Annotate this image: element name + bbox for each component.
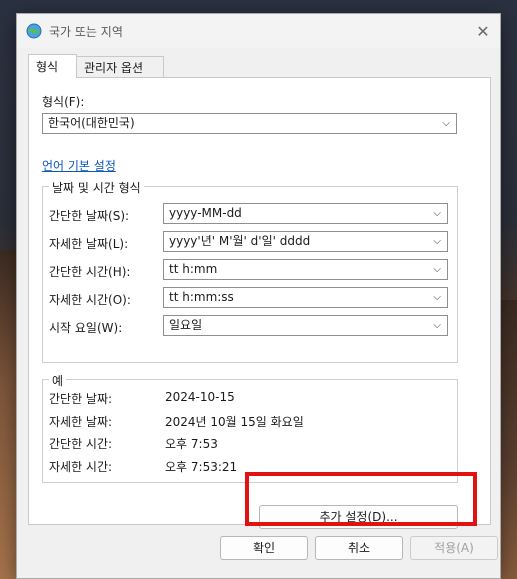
close-button[interactable]: ✕ [466, 14, 500, 48]
example-long-time-value: 오후 7:53:21 [165, 460, 238, 474]
highlight-box [245, 472, 477, 526]
first-day-select[interactable]: 일요일 ⌵ [163, 315, 448, 336]
chevron-down-icon: ⌵ [442, 118, 450, 129]
datetime-format-group: 날짜 및 시간 형식 간단한 날짜(S): yyyy-MM-dd ⌵ 자세한 날… [42, 179, 458, 363]
first-day-value: 일요일 [169, 318, 203, 332]
format-panel: 형식(F): 한국어(대한민국) ⌵ 언어 기본 설정 날짜 및 시간 형식 간… [28, 77, 491, 529]
cancel-button[interactable]: 취소 [315, 536, 403, 560]
examples-group-title: 예 [49, 372, 67, 389]
short-time-label: 간단한 시간(H): [49, 265, 131, 279]
format-select-value: 한국어(대한민국) [48, 116, 135, 130]
example-long-date-label: 자세한 날짜: [49, 415, 113, 429]
globe-icon [26, 23, 42, 39]
example-short-time-value: 오후 7:53 [165, 437, 218, 451]
chevron-down-icon: ⌵ [433, 264, 441, 275]
format-label: 형식(F): [42, 95, 85, 109]
long-time-value: tt h:mm:ss [169, 290, 234, 304]
short-date-select[interactable]: yyyy-MM-dd ⌵ [163, 203, 448, 224]
long-date-select[interactable]: yyyy'년' M'월' d'일' dddd ⌵ [163, 231, 448, 252]
long-time-label: 자세한 시간(O): [49, 293, 131, 307]
short-date-value: yyyy-MM-dd [169, 206, 242, 220]
chevron-down-icon: ⌵ [433, 236, 441, 247]
tab-format[interactable]: 형식 [28, 54, 77, 78]
language-preferences-link[interactable]: 언어 기본 설정 [42, 157, 116, 174]
chevron-down-icon: ⌵ [433, 208, 441, 219]
example-long-time-label: 자세한 시간: [49, 460, 113, 474]
example-short-date-label: 간단한 날짜: [49, 392, 113, 406]
window-title: 국가 또는 지역 [49, 25, 123, 39]
chevron-down-icon: ⌵ [433, 292, 441, 303]
format-select[interactable]: 한국어(대한민국) ⌵ [42, 113, 457, 134]
long-date-value: yyyy'년' M'월' d'일' dddd [169, 234, 311, 248]
tab-admin-options[interactable]: 관리자 옵션 [76, 56, 164, 78]
example-short-date-value: 2024-10-15 [165, 390, 235, 404]
short-date-label: 간단한 날짜(S): [49, 209, 130, 223]
first-day-label: 시작 요일(W): [49, 321, 123, 335]
example-long-date-value: 2024년 10월 15일 화요일 [165, 415, 304, 429]
chevron-down-icon: ⌵ [433, 320, 441, 331]
apply-button[interactable]: 적용(A) [410, 536, 498, 560]
example-short-time-label: 간단한 시간: [49, 437, 113, 451]
long-time-select[interactable]: tt h:mm:ss ⌵ [163, 287, 448, 308]
datetime-group-title: 날짜 및 시간 형식 [49, 179, 144, 196]
short-time-select[interactable]: tt h:mm ⌵ [163, 259, 448, 280]
short-time-value: tt h:mm [169, 262, 218, 276]
ok-button[interactable]: 확인 [220, 536, 308, 560]
close-icon: ✕ [476, 21, 490, 41]
long-date-label: 자세한 날짜(L): [49, 237, 129, 251]
title-bar[interactable]: 국가 또는 지역 ✕ [17, 14, 500, 48]
examples-group: 예 간단한 날짜: 2024-10-15 자세한 날짜: 2024년 10월 1… [42, 372, 458, 483]
